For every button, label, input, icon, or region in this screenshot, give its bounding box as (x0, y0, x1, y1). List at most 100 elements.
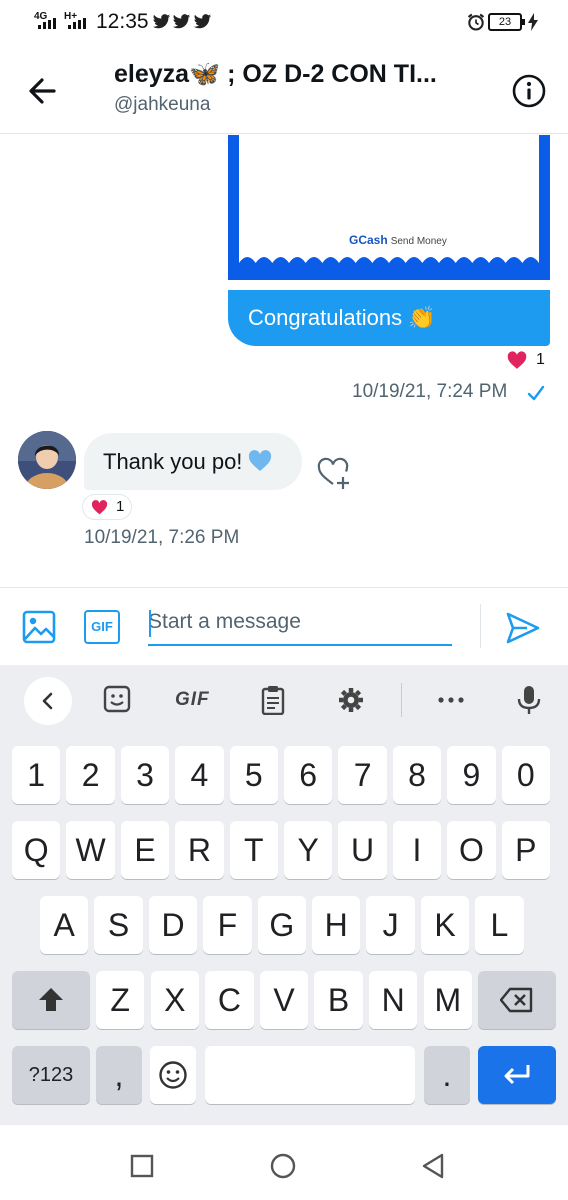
keyboard: GIF 1234567890 QWERTYUIOP ASDFGHJKL ZXCVBNM… (0, 665, 568, 1125)
message-thread: GCash Send Money Congratulations 👏 1 10/1… (0, 135, 568, 587)
message-input[interactable]: Start a message (148, 604, 452, 646)
key-y[interactable]: Y (284, 821, 333, 879)
alarm-icon (467, 13, 485, 31)
period-key[interactable]: . (424, 1046, 470, 1104)
key-g[interactable]: G (257, 896, 306, 954)
backspace-key[interactable] (478, 971, 556, 1029)
conversation-handle[interactable]: @jahkeuna (114, 94, 210, 116)
receipt-edge (239, 257, 539, 273)
charging-icon (528, 13, 538, 31)
key-4[interactable]: 4 (175, 746, 224, 804)
add-reaction-icon[interactable] (316, 456, 352, 490)
key-q[interactable]: Q (12, 821, 61, 879)
symbols-key[interactable]: ?123 (12, 1046, 90, 1104)
key-h[interactable]: H (312, 896, 361, 954)
keyboard-toolbar: GIF (0, 665, 568, 735)
received-message-text: Thank you po! (103, 449, 243, 474)
toolbar-divider (401, 683, 402, 717)
image-icon[interactable] (22, 610, 56, 644)
reaction-pill[interactable]: 1 (82, 494, 132, 520)
shift-icon (39, 988, 63, 1011)
conversation-header: eleyza🦋 ; OZ D-2 CON TI... @jahkeuna (0, 46, 568, 134)
info-icon[interactable] (511, 73, 547, 109)
key-5[interactable]: 5 (229, 746, 278, 804)
key-j[interactable]: J (366, 896, 415, 954)
keyboard-collapse-button[interactable] (24, 677, 72, 725)
key-o[interactable]: O (447, 821, 496, 879)
backspace-icon (499, 987, 533, 1013)
avatar[interactable] (18, 431, 76, 489)
key-u[interactable]: U (338, 821, 387, 879)
back-arrow-icon[interactable] (24, 74, 64, 108)
key-m[interactable]: M (423, 971, 472, 1029)
twitter-icon (152, 14, 171, 29)
key-x[interactable]: X (150, 971, 199, 1029)
key-s[interactable]: S (94, 896, 143, 954)
recents-icon[interactable] (129, 1153, 155, 1179)
send-icon[interactable] (505, 610, 541, 646)
sent-message-bubble[interactable]: Congratulations 👏 (228, 290, 550, 346)
received-message-bubble[interactable]: Thank you po! (84, 433, 302, 490)
key-0[interactable]: 0 (501, 746, 550, 804)
key-i[interactable]: I (392, 821, 442, 879)
heart-reaction-icon[interactable] (507, 351, 527, 370)
avatar-image (18, 431, 76, 489)
gcash-attachment[interactable]: GCash Send Money (228, 135, 550, 280)
key-6[interactable]: 6 (284, 746, 333, 804)
home-icon[interactable] (270, 1153, 296, 1179)
key-a[interactable]: A (40, 896, 89, 954)
reaction-count: 1 (536, 351, 545, 368)
key-n[interactable]: N (369, 971, 418, 1029)
key-2[interactable]: 2 (66, 746, 115, 804)
key-e[interactable]: E (120, 821, 170, 879)
key-9[interactable]: 9 (447, 746, 496, 804)
comma-key[interactable]: , (96, 1046, 142, 1104)
keyboard-gif-button[interactable]: GIF (175, 689, 210, 711)
system-nav-bar (0, 1125, 568, 1200)
sent-message-text: Congratulations 👏 (248, 305, 436, 330)
key-r[interactable]: R (175, 821, 224, 879)
gear-icon[interactable] (334, 685, 368, 715)
key-1[interactable]: 1 (12, 746, 61, 804)
status-time: 12:35 (96, 10, 149, 33)
space-key[interactable] (205, 1046, 415, 1104)
gcash-receipt: GCash Send Money (239, 135, 539, 265)
blue-heart-icon (249, 450, 272, 471)
key-8[interactable]: 8 (392, 746, 442, 804)
key-w[interactable]: W (66, 821, 115, 879)
divider (480, 604, 481, 648)
key-c[interactable]: C (205, 971, 254, 1029)
status-bar: 4G H+ 12:35 23 (0, 0, 568, 46)
signal-icon (38, 18, 56, 29)
key-l[interactable]: L (475, 896, 524, 954)
key-v[interactable]: V (259, 971, 309, 1029)
key-z[interactable]: Z (96, 971, 145, 1029)
message-composer: GIF Start a message (0, 587, 568, 665)
key-7[interactable]: 7 (338, 746, 387, 804)
gcash-caption: Send Money (390, 236, 447, 247)
reaction-count: 1 (116, 498, 125, 515)
back-nav-icon[interactable] (420, 1153, 446, 1179)
key-3[interactable]: 3 (120, 746, 170, 804)
conversation-title[interactable]: eleyza🦋 ; OZ D-2 CON TI... (114, 60, 494, 89)
key-t[interactable]: T (229, 821, 278, 879)
enter-icon (504, 1065, 530, 1085)
key-p[interactable]: P (501, 821, 550, 879)
gcash-brand: GCash (349, 233, 388, 247)
enter-key[interactable] (478, 1046, 556, 1104)
sticker-icon[interactable] (100, 685, 134, 715)
key-b[interactable]: B (314, 971, 363, 1029)
clipboard-icon[interactable] (256, 685, 290, 715)
shift-key[interactable] (12, 971, 90, 1029)
emoji-key[interactable] (150, 1046, 196, 1104)
twitter-icon (172, 14, 191, 29)
microphone-icon[interactable] (512, 685, 546, 715)
more-icon[interactable] (434, 685, 468, 715)
chevron-left-icon (42, 692, 53, 710)
gif-button[interactable]: GIF (84, 610, 120, 644)
message-timestamp: 10/19/21, 7:24 PM (352, 381, 508, 402)
key-k[interactable]: K (420, 896, 470, 954)
key-f[interactable]: F (203, 896, 252, 954)
key-d[interactable]: D (148, 896, 198, 954)
smiley-icon (159, 1061, 187, 1089)
